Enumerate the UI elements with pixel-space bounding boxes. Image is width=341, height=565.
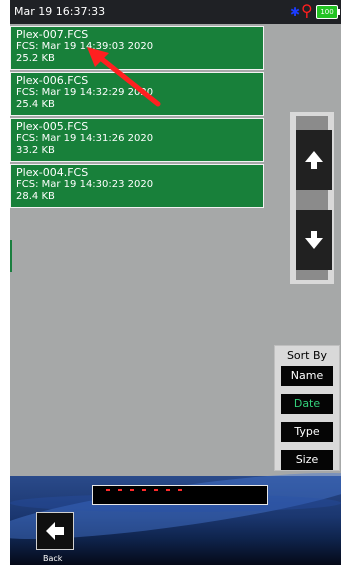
scroll-down-button[interactable] [296,210,332,270]
banner-black-box [92,485,268,505]
scroll-up-button[interactable] [296,130,332,190]
file-item-plex-004[interactable]: Plex-004.FCS FCS: Mar 19 14:30:23 2020 2… [10,164,264,208]
sort-date-button[interactable]: Date [281,394,333,414]
banner-red-marks [106,489,186,491]
file-name: Plex-007.FCS [16,28,89,41]
arrow-left-icon [46,522,64,540]
battery-level-text: 100 [320,8,334,16]
file-name: Plex-004.FCS [16,166,89,179]
usb-icon: ⚲ [301,1,313,20]
scroll-panel [290,112,334,284]
sort-type-button[interactable]: Type [281,422,333,442]
sort-name-button[interactable]: Name [281,366,333,386]
file-date: FCS: Mar 19 14:30:23 2020 [16,179,154,190]
battery-icon: 100 [316,5,338,19]
left-green-line [10,240,12,272]
sort-title: Sort By [286,349,328,362]
arrow-down-icon [305,231,323,249]
file-date: FCS: Mar 19 14:31:26 2020 [16,133,154,144]
status-bar: Mar 19 16:37:33 ✱ ⚲ 100 [10,0,341,24]
back-label: Back [43,554,63,563]
arrow-up-icon [305,151,323,169]
screen: Mar 19 16:37:33 ✱ ⚲ 100 Plex-007.FCS FCS… [10,0,341,565]
file-item-plex-005[interactable]: Plex-005.FCS FCS: Mar 19 14:31:26 2020 3… [10,118,264,162]
battery-tip [338,9,340,15]
bluetooth-icon: ✱ [290,5,301,19]
back-button[interactable] [36,512,74,550]
status-time: Mar 19 16:37:33 [14,5,106,18]
file-size: 28.4 KB [16,191,55,202]
bottom-banner: Back [10,459,341,565]
scroll-track [296,116,332,280]
file-size: 33.2 KB [16,145,55,156]
sort-panel: Sort By Name Date Type Size [274,345,340,471]
red-annotation-arrow [87,47,161,107]
sort-size-button[interactable]: Size [281,450,333,470]
file-name: Plex-005.FCS [16,120,89,133]
